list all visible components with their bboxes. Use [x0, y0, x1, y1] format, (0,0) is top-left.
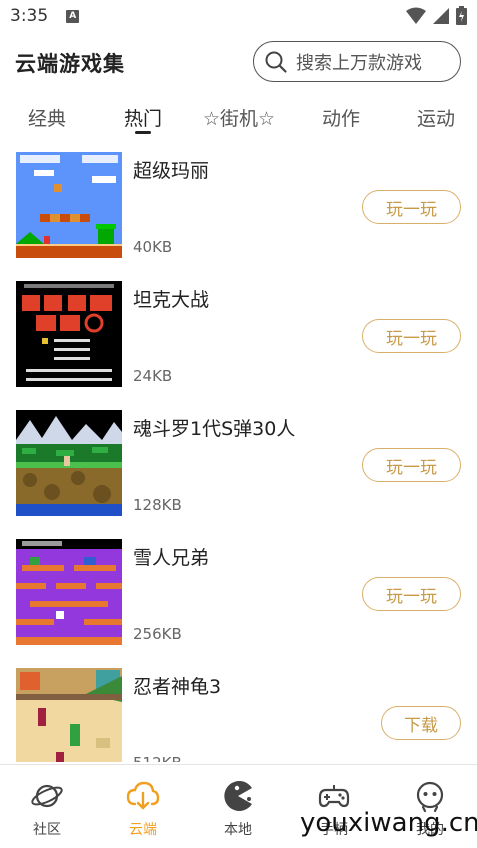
game-row[interactable]: 坦克大战 24KB 玩一玩 [0, 281, 477, 410]
status-icons [406, 6, 467, 25]
game-row[interactable]: 超级玛丽 40KB 玩一玩 [0, 152, 477, 281]
play-button[interactable]: 玩一玩 [362, 190, 461, 224]
app-header: 云端游戏集 搜索上万款游戏 [0, 36, 477, 88]
play-button[interactable]: 玩一玩 [362, 577, 461, 611]
game-title[interactable]: 魂斗罗1代S弹30人 [133, 414, 295, 441]
planet-icon [30, 779, 64, 813]
watermark: youxiwang.cn [300, 808, 477, 838]
battery-icon [456, 6, 467, 25]
active-tab-indicator [135, 131, 151, 134]
game-thumbnail[interactable] [16, 410, 122, 516]
tab-action[interactable]: 动作 [322, 104, 360, 131]
game-title[interactable]: 坦克大战 [133, 285, 209, 312]
pacman-icon [221, 779, 255, 813]
game-size: 40KB [133, 238, 173, 256]
cloud-download-icon [126, 779, 160, 813]
game-size: 24KB [133, 367, 173, 385]
nav-label: 本地 [224, 822, 252, 838]
game-title[interactable]: 雪人兄弟 [133, 543, 209, 570]
search-input[interactable]: 搜索上万款游戏 [253, 41, 461, 82]
game-size: 256KB [133, 625, 182, 643]
game-thumbnail[interactable] [16, 668, 122, 762]
nav-label: 社区 [33, 822, 61, 838]
game-row[interactable]: 忍者神龟3 512KB 下载 [0, 668, 477, 762]
nav-local[interactable]: 本地 [208, 779, 268, 839]
nav-label: 云端 [129, 822, 157, 838]
game-thumbnail[interactable] [16, 152, 122, 258]
game-size: 128KB [133, 496, 182, 514]
nav-community[interactable]: 社区 [17, 779, 77, 839]
status-bar: 3:35 A [0, 0, 477, 32]
app-title: 云端游戏集 [15, 52, 125, 76]
category-tabs: 经典 热门 ☆街机☆ 动作 运动 [0, 98, 477, 140]
game-list[interactable]: 超级玛丽 40KB 玩一玩 坦克大战 24KB 玩一玩 魂斗罗1代S弹30人 1… [0, 152, 477, 762]
wifi-icon [406, 7, 426, 24]
play-button[interactable]: 玩一玩 [362, 448, 461, 482]
tab-classic[interactable]: 经典 [28, 104, 66, 131]
play-button[interactable]: 玩一玩 [362, 319, 461, 353]
game-row[interactable]: 魂斗罗1代S弹30人 128KB 玩一玩 [0, 410, 477, 539]
game-title[interactable]: 超级玛丽 [133, 156, 209, 183]
tab-sports[interactable]: 运动 [417, 104, 455, 131]
download-button[interactable]: 下载 [381, 706, 461, 740]
nav-cloud[interactable]: 云端 [113, 779, 173, 839]
game-size: 512KB [133, 754, 182, 762]
signal-icon [433, 7, 449, 24]
game-thumbnail[interactable] [16, 281, 122, 387]
search-icon [264, 50, 288, 74]
status-time: 3:35 [10, 6, 49, 26]
game-thumbnail[interactable] [16, 539, 122, 645]
search-placeholder: 搜索上万款游戏 [296, 52, 422, 74]
tab-hot[interactable]: 热门 [124, 104, 162, 131]
tab-arcade[interactable]: ☆街机☆ [203, 104, 275, 131]
notification-icon: A [66, 9, 80, 23]
game-title[interactable]: 忍者神龟3 [133, 672, 221, 699]
game-row[interactable]: 雪人兄弟 256KB 玩一玩 [0, 539, 477, 668]
